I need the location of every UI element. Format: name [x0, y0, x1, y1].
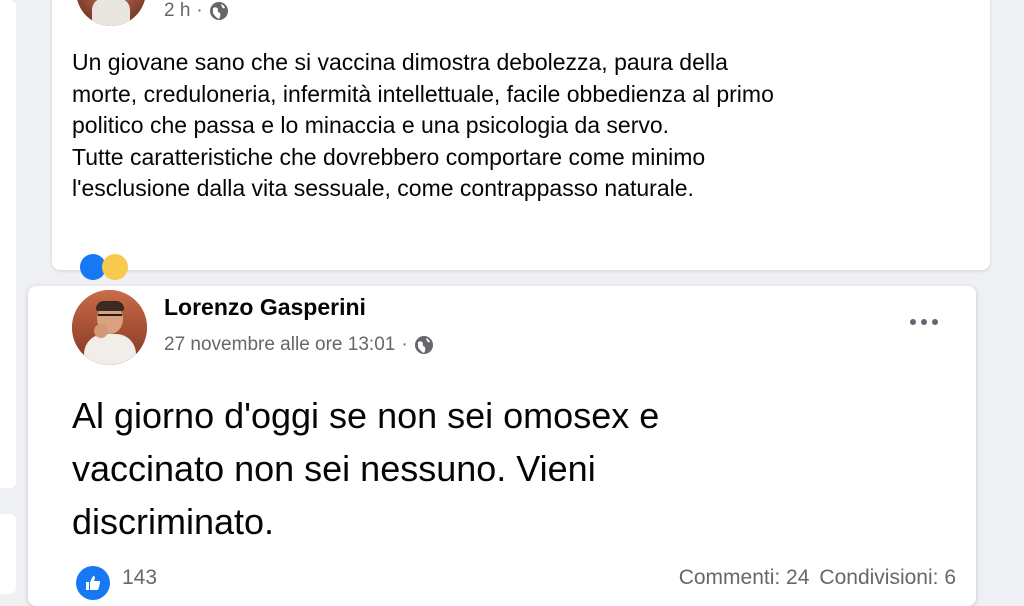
- reaction-count[interactable]: 143: [122, 566, 157, 590]
- meta-separator: ·: [196, 0, 203, 21]
- post-text-line: Tutte caratteristiche che dovrebbero com…: [72, 143, 706, 170]
- haha-reaction-icon: [102, 254, 128, 280]
- post-text-line: vaccinato non sei nessuno. Vieni: [72, 448, 596, 489]
- post-timestamp[interactable]: 27 novembre alle ore 13:01: [164, 334, 395, 356]
- post-meta: 27 novembre alle ore 13:01 ·: [164, 334, 434, 356]
- comments-count[interactable]: Commenti: 24: [679, 566, 810, 590]
- post-time[interactable]: 2 h: [164, 0, 190, 22]
- meta-separator: ·: [401, 334, 408, 355]
- left-card-edge-lower: [0, 514, 16, 594]
- globe-icon: [414, 336, 433, 354]
- shares-count[interactable]: Condivisioni: 6: [819, 566, 956, 590]
- like-icon[interactable]: [76, 566, 110, 600]
- more-options-icon[interactable]: [904, 310, 944, 334]
- author-avatar[interactable]: [76, 0, 146, 26]
- left-card-edge: [0, 0, 16, 488]
- post-card: Lorenzo Gasperini 27 novembre alle ore 1…: [28, 286, 976, 606]
- globe-icon: [209, 2, 228, 20]
- post-card-previous: 2 h · Un giovane sano che si vaccina dim…: [52, 0, 990, 280]
- post-text-line: Un giovane sano che si vaccina dimostra …: [72, 49, 728, 75]
- reaction-icons[interactable]: [80, 254, 140, 280]
- post-text-line: morte, creduloneria, infermità intellett…: [72, 80, 774, 107]
- author-avatar[interactable]: [72, 290, 147, 365]
- post-text: Un giovane sano che si vaccina dimostra …: [72, 47, 972, 205]
- post-stats: Commenti: 24 Condivisioni: 6: [679, 566, 956, 590]
- post-text: Al giorno d'oggi se non sei omosex e vac…: [72, 389, 942, 548]
- post-meta: 2 h ·: [164, 0, 229, 22]
- post-text-line: l'esclusione dalla vita sessuale, come c…: [72, 175, 694, 201]
- post-footer: 143 Commenti: 24 Condivisioni: 6: [72, 562, 972, 600]
- author-name[interactable]: Lorenzo Gasperini: [164, 294, 366, 321]
- post-text-line: discriminato.: [72, 501, 275, 542]
- post-text-line: Al giorno d'oggi se non sei omosex e: [72, 395, 660, 436]
- post-text-line: politico che passa e lo minaccia e una p…: [72, 112, 670, 138]
